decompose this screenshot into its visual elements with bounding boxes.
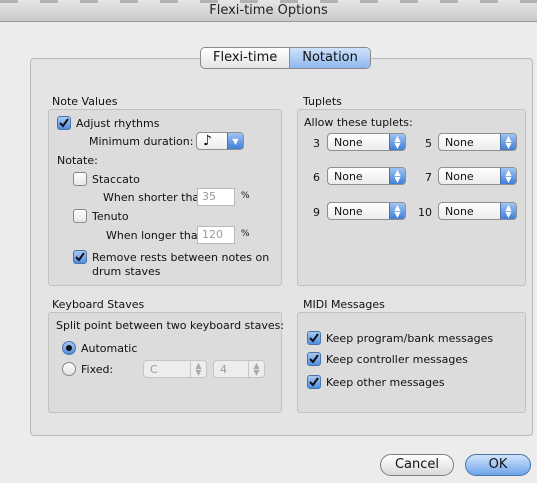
checkmark-icon (75, 252, 85, 262)
checkmark-icon (309, 354, 319, 364)
stepper-arrows-icon: ▲ ▼ (389, 168, 405, 184)
stepper-arrows-icon: ▲ ▼ (500, 168, 516, 184)
cancel-button[interactable]: Cancel (380, 454, 454, 476)
minimum-duration-select[interactable]: ♪ ▼ (196, 132, 244, 150)
tenuto-threshold-label: When longer than: (106, 229, 209, 242)
midi-messages-title: MIDI Messages (303, 298, 385, 311)
stepper-arrows-icon: ▲ ▼ (389, 203, 405, 219)
keep-program-row[interactable]: Keep program/bank messages (307, 331, 493, 345)
fixed-row[interactable]: Fixed: (62, 362, 113, 376)
fixed-octave-select[interactable]: 4 ▲ ▼ (213, 360, 265, 378)
keep-other-checkbox[interactable] (307, 375, 321, 389)
tab-flexi-time[interactable]: Flexi-time (201, 48, 289, 68)
allow-tuplets-label: Allow these tuplets: (304, 116, 413, 129)
tuplet-3-select[interactable]: None ▲ ▼ (327, 133, 406, 151)
stepper-arrows-icon: ▲ ▼ (389, 134, 405, 150)
stepper-arrows-icon: ▲ ▼ (500, 134, 516, 150)
tuplet-5-value: None (445, 135, 474, 149)
staccato-row[interactable]: Staccato (73, 172, 140, 186)
tuplets-title: Tuplets (303, 95, 342, 108)
keep-controller-row[interactable]: Keep controller messages (307, 352, 468, 366)
fixed-label: Fixed: (81, 362, 114, 376)
tab-bar: Flexi-time Notation (200, 47, 371, 69)
adjust-rhythms-checkbox[interactable] (57, 116, 71, 130)
keyboard-staves-title: Keyboard Staves (52, 298, 145, 311)
checkmark-icon (309, 333, 319, 343)
adjust-rhythms-label: Adjust rhythms (76, 116, 160, 130)
staccato-checkbox[interactable] (73, 172, 87, 186)
title-bar: Flexi-time Options (0, 0, 537, 22)
remove-rests-label-line1: Remove rests between notes on (92, 250, 270, 264)
notate-label: Notate: (57, 154, 98, 167)
staccato-threshold-label: When shorter than: (103, 191, 210, 204)
tuplet-7-select[interactable]: None ▲ ▼ (438, 167, 517, 185)
keep-controller-label: Keep controller messages (326, 352, 468, 366)
keep-program-label: Keep program/bank messages (326, 331, 494, 345)
automatic-label: Automatic (81, 341, 138, 355)
staccato-threshold-field[interactable]: 35 (197, 188, 235, 206)
note-values-title: Note Values (52, 95, 118, 108)
background-window-edge (0, 0, 537, 3)
automatic-radio[interactable] (62, 341, 76, 355)
tuplet-10-select[interactable]: None ▲ ▼ (438, 202, 517, 220)
staccato-percent-label: % (241, 191, 250, 201)
tenuto-threshold-field[interactable]: 120 (197, 226, 235, 244)
automatic-row[interactable]: Automatic (62, 341, 137, 355)
stepper-arrows-icon: ▲ ▼ (500, 203, 516, 219)
tuplet-10-number: 10 (418, 206, 432, 219)
keep-controller-checkbox[interactable] (307, 352, 321, 366)
tuplet-3-value: None (334, 135, 363, 149)
minimum-duration-row: Minimum duration: (89, 135, 193, 148)
tenuto-percent-label: % (241, 229, 250, 239)
keep-other-row[interactable]: Keep other messages (307, 375, 445, 389)
keep-other-label: Keep other messages (326, 375, 445, 389)
tuplet-5-select[interactable]: None ▲ ▼ (438, 133, 517, 151)
fixed-note-select[interactable]: C ▲ ▼ (143, 360, 207, 378)
remove-rests-row[interactable]: Remove rests between notes on (73, 250, 269, 264)
window-title: Flexi-time Options (209, 3, 328, 18)
stepper-arrows-icon: ▲ ▼ (190, 361, 206, 377)
tuplet-6-select[interactable]: None ▲ ▼ (327, 167, 406, 185)
tuplet-7-number: 7 (425, 171, 432, 184)
minimum-duration-label: Minimum duration: (89, 135, 194, 148)
checkmark-icon (309, 377, 319, 387)
dropdown-arrow-icon: ▼ (227, 133, 243, 149)
tab-notation[interactable]: Notation (289, 48, 370, 68)
eighth-note-icon: ♪ (203, 133, 212, 149)
remove-rests-label-line2: drum staves (92, 265, 161, 278)
tuplet-5-number: 5 (425, 137, 432, 150)
fixed-note-value: C (150, 362, 158, 376)
keep-program-checkbox[interactable] (307, 331, 321, 345)
tenuto-row[interactable]: Tenuto (73, 209, 129, 223)
tuplet-9-select[interactable]: None ▲ ▼ (327, 202, 406, 220)
tuplet-3-number: 3 (313, 137, 320, 150)
adjust-rhythms-row[interactable]: Adjust rhythms (57, 116, 159, 130)
stepper-arrows-icon: ▲ ▼ (248, 361, 264, 377)
tuplet-6-value: None (334, 169, 363, 183)
tuplet-10-value: None (445, 204, 474, 218)
ok-button[interactable]: OK (465, 454, 531, 476)
tenuto-label: Tenuto (92, 209, 129, 223)
checkmark-icon (59, 118, 69, 128)
tenuto-checkbox[interactable] (73, 209, 87, 223)
fixed-radio[interactable] (62, 362, 76, 376)
split-point-label: Split point between two keyboard staves: (56, 319, 285, 332)
tuplet-6-number: 6 (313, 171, 320, 184)
remove-rests-checkbox[interactable] (73, 250, 87, 264)
tuplet-7-value: None (445, 169, 474, 183)
tuplet-9-number: 9 (313, 206, 320, 219)
tuplet-9-value: None (334, 204, 363, 218)
fixed-octave-value: 4 (220, 362, 227, 376)
staccato-label: Staccato (92, 172, 140, 186)
